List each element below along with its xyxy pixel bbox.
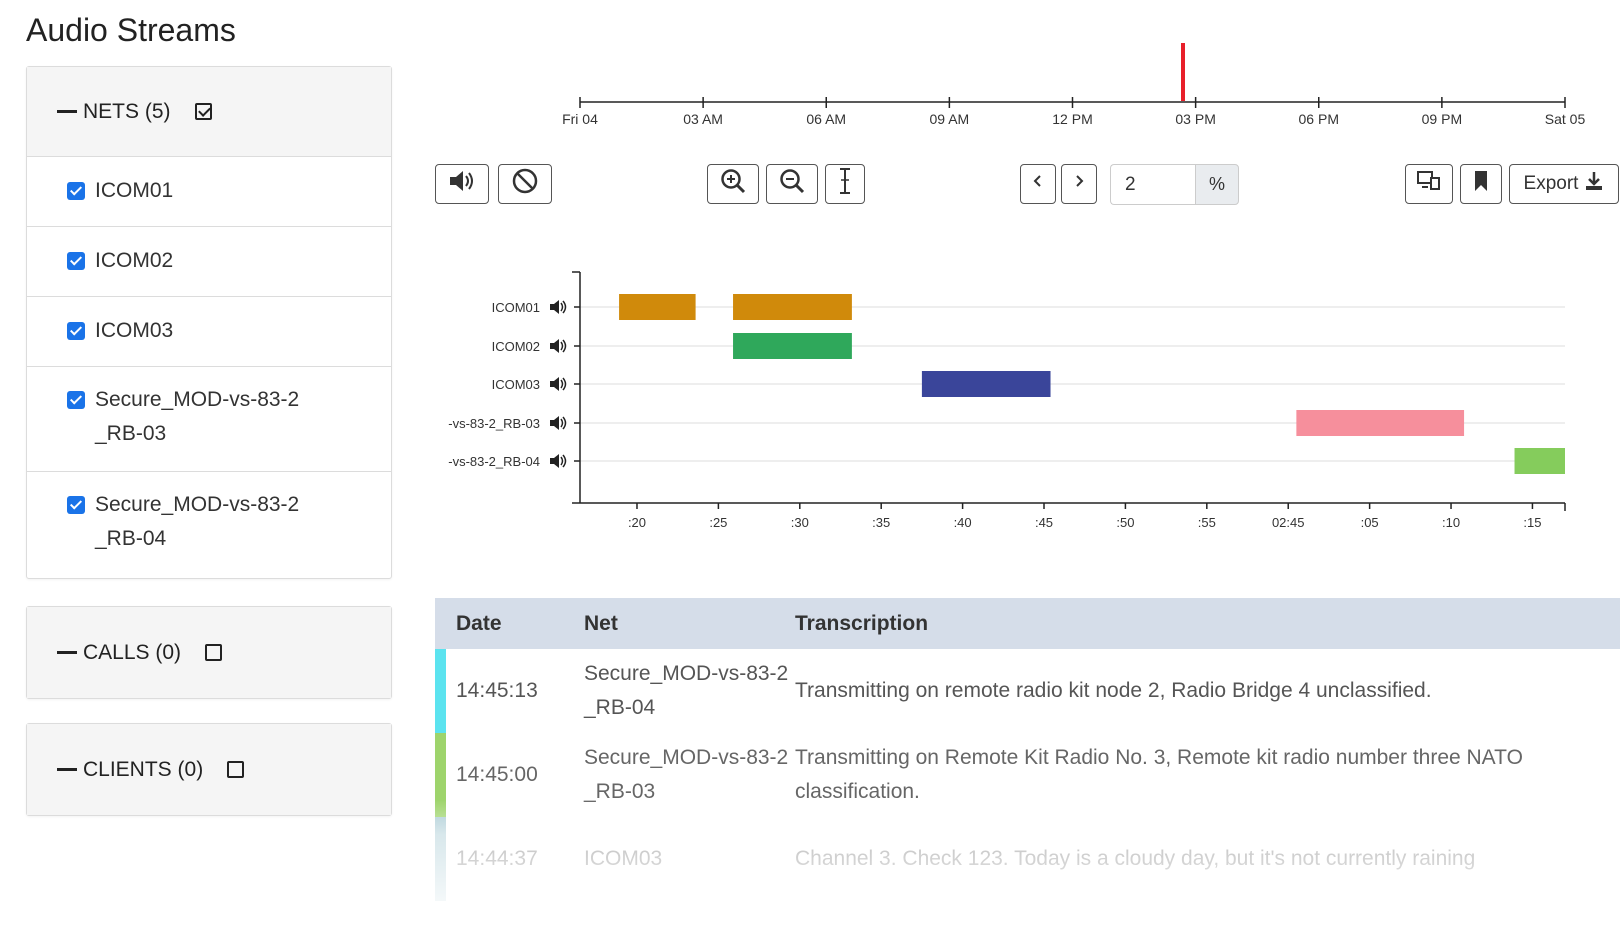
column-header-date[interactable]: Date: [435, 612, 580, 636]
row-transcription: Transmitting on remote radio kit node 2,…: [795, 679, 1432, 702]
calls-select-all-checkbox[interactable]: [205, 644, 223, 661]
current-time-marker[interactable]: [1181, 43, 1185, 101]
column-header-transcription[interactable]: Transcription: [795, 612, 928, 636]
overview-tick-label: 03 AM: [683, 111, 723, 127]
overview-tick-label: 12 PM: [1052, 111, 1092, 127]
timeline-row-label: ICOM03: [492, 377, 540, 392]
row-color-bar: [435, 817, 446, 901]
speaker-icon[interactable]: [550, 454, 567, 468]
timeline-x-tick-label: :30: [791, 515, 809, 530]
clients-panel-header[interactable]: CLIENTS (0): [27, 724, 391, 815]
chevron-right-icon: [1073, 173, 1085, 195]
overview-tick-label: Sat 05: [1545, 111, 1586, 127]
row-net: Secure_MOD-vs-83-2_RB-03: [584, 746, 789, 803]
timeline-x-tick-label: :25: [709, 515, 727, 530]
audio-segment[interactable]: [1296, 410, 1465, 436]
volume-icon: [447, 169, 477, 199]
timeline-x-tick-label: :35: [872, 515, 890, 530]
timeline-x-tick-label: :20: [628, 515, 646, 530]
download-icon: [1584, 171, 1604, 197]
speaker-icon[interactable]: [550, 377, 567, 391]
audio-segment[interactable]: [733, 294, 852, 320]
table-row[interactable]: 14:44:37 ICOM03 Channel 3. Check 123. To…: [435, 817, 1620, 901]
monitor-icon: [1416, 169, 1442, 199]
clients-panel: CLIENTS (0): [26, 723, 392, 816]
timeline-chart[interactable]: ICOM01 ICOM02 ICOM03 -vs-83-2_RB-03 -vs-83-2…: [0, 260, 1622, 550]
zoom-in-icon: [719, 167, 747, 201]
previous-button[interactable]: [1020, 164, 1056, 204]
collapse-icon[interactable]: [57, 768, 77, 771]
percent-addon: %: [1195, 164, 1239, 205]
audio-segment[interactable]: [921, 371, 1051, 397]
timeline-x-tick-label: :10: [1442, 515, 1460, 530]
net-item-label: ICOM01: [95, 179, 174, 202]
export-label: Export: [1523, 173, 1579, 194]
row-net: Secure_MOD-vs-83-2_RB-04: [584, 662, 789, 719]
table-row[interactable]: 14:45:00 Secure_MOD-vs-83-2_RB-03 Transm…: [435, 733, 1620, 817]
block-icon: [511, 167, 539, 201]
text-cursor-icon: [835, 166, 855, 202]
row-net: ICOM03: [584, 847, 663, 870]
audio-segment[interactable]: [619, 294, 696, 320]
calls-panel: CALLS (0): [26, 606, 392, 699]
row-date: 14:44:37: [456, 847, 538, 870]
volume-button[interactable]: [435, 164, 489, 204]
chevron-left-icon: [1032, 173, 1044, 195]
overview-timeline[interactable]: Fri 04 03 AM 06 AM 09 AM 12 PM 03 PM 06 PM 09 P…: [0, 30, 1622, 170]
clients-panel-label: CLIENTS (0): [83, 757, 204, 781]
overview-tick-label: 06 AM: [806, 111, 846, 127]
audio-segment[interactable]: [733, 333, 852, 359]
row-color-bar: [435, 733, 446, 817]
timeline-x-tick-label: :50: [1116, 515, 1134, 530]
timeline-x-tick-label: :45: [1035, 515, 1053, 530]
zoom-out-icon: [778, 167, 806, 201]
row-date: 14:45:00: [456, 763, 538, 786]
block-button[interactable]: [498, 164, 552, 204]
audio-segment[interactable]: [1514, 448, 1565, 474]
row-transcription: Transmitting on Remote Kit Radio No. 3, …: [795, 746, 1523, 803]
clients-select-all-checkbox[interactable]: [227, 761, 245, 778]
export-button[interactable]: Export: [1509, 164, 1619, 204]
timeline-x-tick-label: 02:45: [1272, 515, 1305, 530]
row-transcription: Channel 3. Check 123. Today is a cloudy …: [795, 847, 1476, 870]
bookmark-icon: [1473, 170, 1489, 198]
row-color-bar: [435, 649, 446, 733]
zoom-in-button[interactable]: [707, 164, 759, 204]
timeline-row-label: ICOM02: [492, 339, 540, 354]
row-date: 14:45:13: [456, 679, 538, 702]
overview-tick-label: 06 PM: [1299, 111, 1339, 127]
speaker-icon[interactable]: [550, 300, 567, 314]
overview-tick-label: 09 PM: [1422, 111, 1462, 127]
timeline-x-tick-label: :15: [1523, 515, 1541, 530]
timeline-row-label: ICOM01: [492, 300, 540, 315]
bookmark-button[interactable]: [1460, 164, 1502, 204]
speaker-icon[interactable]: [550, 339, 567, 353]
overview-tick-label: 09 AM: [930, 111, 970, 127]
timeline-x-tick-label: :55: [1198, 515, 1216, 530]
overview-tick-label: Fri 04: [562, 111, 598, 127]
column-header-net[interactable]: Net: [580, 612, 795, 636]
collapse-icon[interactable]: [57, 651, 77, 654]
timeline-x-tick-label: :40: [954, 515, 972, 530]
zoom-out-button[interactable]: [766, 164, 818, 204]
speaker-icon[interactable]: [550, 416, 567, 430]
calls-panel-label: CALLS (0): [83, 640, 182, 664]
overview-tick-label: 03 PM: [1175, 111, 1215, 127]
table-header: Date Net Transcription: [435, 598, 1620, 649]
transcription-table: Date Net Transcription 14:45:13 Secure_M…: [435, 598, 1620, 901]
timeline-row-label: -vs-83-2_RB-03: [448, 416, 540, 431]
fit-range-button[interactable]: [825, 164, 865, 204]
timeline-x-tick-label: :05: [1361, 515, 1379, 530]
calls-panel-header[interactable]: CALLS (0): [27, 607, 391, 698]
net-checkbox[interactable]: [67, 182, 85, 200]
table-row[interactable]: 14:45:13 Secure_MOD-vs-83-2_RB-04 Transm…: [435, 649, 1620, 733]
next-button[interactable]: [1061, 164, 1097, 204]
display-button[interactable]: [1405, 164, 1453, 204]
zoom-percent-input[interactable]: [1110, 164, 1195, 205]
timeline-row-label: -vs-83-2_RB-04: [448, 454, 540, 469]
